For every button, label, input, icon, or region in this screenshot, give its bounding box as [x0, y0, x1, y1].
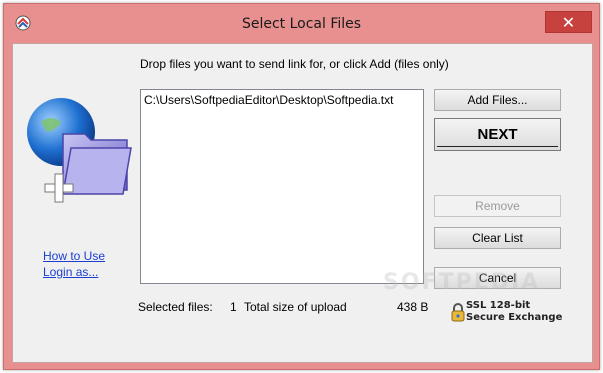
- total-size-value: 438 B: [397, 300, 429, 314]
- file-list[interactable]: C:\Users\SoftpediaEditor\Desktop\Softped…: [140, 89, 424, 284]
- next-button[interactable]: NEXT: [434, 118, 561, 151]
- add-files-button[interactable]: Add Files...: [434, 89, 561, 111]
- login-as-link[interactable]: Login as...: [43, 265, 98, 279]
- clear-list-button[interactable]: Clear List: [434, 227, 561, 249]
- selected-files-count: 1: [230, 300, 237, 314]
- close-button[interactable]: ✕: [545, 11, 592, 33]
- lock-icon: [451, 302, 465, 325]
- list-item[interactable]: C:\Users\SoftpediaEditor\Desktop\Softped…: [141, 90, 423, 107]
- dialog-client-area: Drop files you want to send link for, or…: [12, 43, 593, 363]
- ssl-title: SSL 128-bit: [466, 300, 531, 311]
- globe-folder-add-icon: [23, 94, 133, 204]
- watermark: SOFTPEDIA: [383, 270, 541, 295]
- window-title: Select Local Files: [241, 16, 362, 32]
- ssl-subtitle: Secure Exchange: [466, 312, 563, 323]
- selected-files-label: Selected files:: [138, 300, 213, 314]
- total-size-label: Total size of upload: [244, 300, 347, 314]
- close-icon: ✕: [561, 12, 576, 32]
- ssl-badge: SSL 128-bit Secure Exchange: [451, 300, 563, 326]
- title-bar[interactable]: Select Local Files ✕: [4, 4, 599, 42]
- remove-button[interactable]: Remove: [434, 195, 561, 217]
- dialog-window: Select Local Files ✕ Drop files you want…: [3, 3, 600, 370]
- how-to-use-link[interactable]: How to Use: [43, 249, 105, 263]
- drop-instruction-label: Drop files you want to send link for, or…: [140, 57, 449, 71]
